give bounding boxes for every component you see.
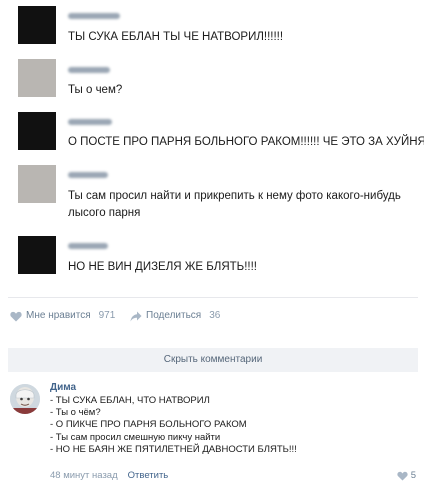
comment: Дима - ТЫ СУКА ЕБЛАН, ЧТО НАТВОРИЛ - Ты … xyxy=(0,380,426,488)
share-icon xyxy=(130,311,142,322)
message-text: О ПОСТЕ ПРО ПАРНЯ БОЛЬНОГО РАКОМ!!!!!! Ч… xyxy=(68,136,424,148)
comment-text: - ТЫ СУКА ЕБЛАН, ЧТО НАТВОРИЛ - Ты о чём… xyxy=(50,395,410,456)
blurred-name xyxy=(68,67,110,73)
blurred-name xyxy=(68,243,108,249)
comment-line: - ТЫ СУКА ЕБЛАН, ЧТО НАТВОРИЛ xyxy=(50,395,210,406)
avatar[interactable] xyxy=(10,384,40,414)
heart-icon xyxy=(397,471,408,481)
post-image[interactable]: ТЫ СУКА ЕБЛАН ТЫ ЧЕ НАТВОРИЛ!!!!!! Ты о … xyxy=(0,0,426,295)
comment-line: - Ты о чём? xyxy=(50,407,101,419)
message-text: НО НЕ ВИН ДИЗЕЛЯ ЖЕ БЛЯТЬ!!!! xyxy=(68,261,258,273)
blurred-name xyxy=(68,172,108,178)
share-count: 36 xyxy=(209,310,221,321)
reply-link[interactable]: Ответить xyxy=(128,470,169,481)
like-button[interactable]: Мне нравится 971 xyxy=(10,306,115,326)
avatar xyxy=(18,112,56,150)
post-actions: Мне нравится 971 Поделиться 36 xyxy=(0,306,426,326)
avatar xyxy=(18,6,56,44)
blurred-name xyxy=(68,13,120,19)
avatar xyxy=(18,59,56,97)
comment-like-count: 5 xyxy=(410,470,416,481)
comment-time[interactable]: 48 минут назад xyxy=(50,470,118,481)
hide-comments-button[interactable]: Скрыть комментарии xyxy=(8,348,418,372)
blurred-name xyxy=(68,119,112,125)
share-button[interactable]: Поделиться 36 xyxy=(130,306,220,326)
share-label: Поделиться xyxy=(146,310,202,321)
comment-line: - Ты сам просил смешную пикчу найти xyxy=(50,431,221,443)
like-label: Мне нравится xyxy=(26,310,91,321)
message-text: Ты сам просил найти и прикрепить к нему … xyxy=(68,190,401,219)
avatar xyxy=(18,236,56,274)
avatar xyxy=(18,165,56,203)
divider xyxy=(8,297,418,298)
heart-icon xyxy=(10,311,22,322)
comment-meta: 48 минут назад Ответить xyxy=(50,470,168,481)
comment-author[interactable]: Дима xyxy=(50,382,76,393)
like-count: 971 xyxy=(98,310,116,321)
comment-line: - НО НЕ БАЯН ЖЕ ПЯТИЛЕТНЕЙ ДАВНОСТИ БЛЯТ… xyxy=(50,443,297,455)
comment-line: - О ПИКЧЕ ПРО ПАРНЯ БОЛЬНОГО РАКОМ xyxy=(50,419,247,431)
message-text: Ты о чем? xyxy=(68,84,123,96)
message-text: ТЫ СУКА ЕБЛАН ТЫ ЧЕ НАТВОРИЛ!!!!!! xyxy=(68,31,284,43)
comment-like-button[interactable]: 5 xyxy=(397,470,416,481)
